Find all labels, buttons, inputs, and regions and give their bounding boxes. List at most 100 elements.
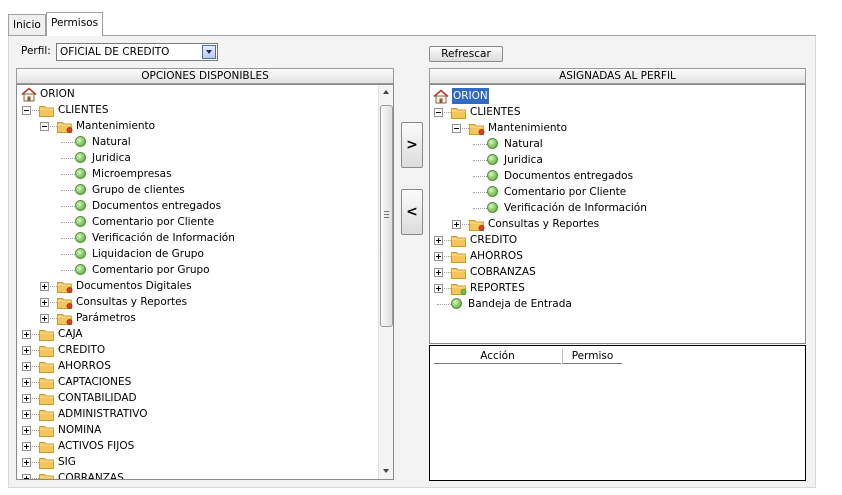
expand-icon[interactable] <box>22 362 31 371</box>
tree-leaf-item[interactable]: Comentario por Cliente <box>17 214 393 230</box>
vertical-scrollbar[interactable] <box>378 85 393 479</box>
expand-icon[interactable] <box>434 268 443 277</box>
unassign-button[interactable]: < <box>401 189 423 235</box>
expand-icon[interactable] <box>22 394 31 403</box>
folder-icon <box>451 235 466 247</box>
expand-icon[interactable] <box>40 282 49 291</box>
tree-folder-item[interactable]: CAPTACIONES <box>17 374 393 390</box>
tree-item-label: Comentario por Cliente <box>504 186 627 198</box>
tree-leaf-item[interactable]: Liquidacion de Grupo <box>17 246 393 262</box>
tree-leaf-item[interactable]: Comentario por Grupo <box>17 262 393 278</box>
expand-icon[interactable] <box>22 458 31 467</box>
tree-item-label: CREDITO <box>470 234 518 246</box>
tree-folder-item[interactable]: Documentos Digitales <box>17 278 393 294</box>
column-header-accion[interactable]: Acción <box>434 349 561 364</box>
tab-permisos[interactable]: Permisos <box>46 12 104 36</box>
tree-folder-item[interactable]: NOMINA <box>17 422 393 438</box>
folder-icon <box>451 107 466 119</box>
folder-icon <box>57 121 73 133</box>
tree-item-label: Documentos entregados <box>92 200 222 212</box>
tree-leaf-item[interactable]: Verificación de Información <box>430 200 805 216</box>
expand-icon[interactable] <box>434 252 443 261</box>
tree-leaf-item[interactable]: Grupo de clientes <box>17 182 393 198</box>
green-bullet-icon <box>487 138 498 149</box>
tree-folder-item[interactable]: Mantenimiento <box>17 118 393 134</box>
tree-root-item[interactable]: ORION <box>17 86 393 102</box>
tree-item-label: Documentos entregados <box>504 170 634 182</box>
folder-icon <box>451 283 467 295</box>
tree-item-label: Natural <box>92 136 131 148</box>
tree-leaf-item[interactable]: Juridica <box>17 150 393 166</box>
tree-root-item[interactable]: ORION <box>430 88 805 104</box>
tree-item-label: Verificación de Información <box>92 232 235 244</box>
expand-icon[interactable] <box>40 314 49 323</box>
collapse-icon[interactable] <box>452 124 461 133</box>
tree-folder-item[interactable]: Parámetros <box>17 310 393 326</box>
green-bullet-icon <box>487 154 498 165</box>
assign-button[interactable]: > <box>401 122 423 168</box>
tree-item-label: NOMINA <box>58 424 102 436</box>
tree-leaf-item[interactable]: Verificación de Información <box>17 230 393 246</box>
collapse-icon[interactable] <box>434 108 443 117</box>
tree-folder-item[interactable]: AHORROS <box>430 248 805 264</box>
folder-icon <box>39 457 54 469</box>
collapse-icon[interactable] <box>22 106 31 115</box>
tree-leaf-item[interactable]: Documentos entregados <box>17 198 393 214</box>
expand-icon[interactable] <box>22 346 31 355</box>
tree-folder-item[interactable]: REPORTES <box>430 280 805 296</box>
tree-folder-item[interactable]: ACTIVOS FIJOS <box>17 438 393 454</box>
tree-item-label: Consultas y Reportes <box>488 218 600 230</box>
expand-icon[interactable] <box>434 284 443 293</box>
perfil-select[interactable]: OFICIAL DE CREDITO <box>56 43 218 61</box>
expand-icon[interactable] <box>22 442 31 451</box>
expand-icon[interactable] <box>434 236 443 245</box>
tab-inicio[interactable]: Inicio <box>8 14 46 36</box>
green-bullet-icon <box>75 184 86 195</box>
tree-folder-item[interactable]: CLIENTES <box>17 102 393 118</box>
home-icon <box>21 87 37 102</box>
folder-icon <box>39 105 54 117</box>
tree-folder-item[interactable]: COBRANZAS <box>430 264 805 280</box>
expand-icon[interactable] <box>22 378 31 387</box>
expand-icon[interactable] <box>22 330 31 339</box>
collapse-icon[interactable] <box>40 122 49 131</box>
scroll-up-arrow-icon[interactable] <box>379 85 393 100</box>
scroll-down-arrow-icon[interactable] <box>379 464 393 479</box>
chevron-down-icon[interactable] <box>202 45 216 59</box>
expand-icon[interactable] <box>22 474 31 479</box>
expand-icon[interactable] <box>452 220 461 229</box>
tree-leaf-item[interactable]: Natural <box>17 134 393 150</box>
tree-leaf-item[interactable]: Microempresas <box>17 166 393 182</box>
tree-folder-item[interactable]: CONTABILIDAD <box>17 390 393 406</box>
tree-folder-item[interactable]: SIG <box>17 454 393 470</box>
tree-folder-item[interactable]: CREDITO <box>430 232 805 248</box>
expand-icon[interactable] <box>22 410 31 419</box>
tree-folder-item[interactable]: AHORROS <box>17 358 393 374</box>
scrollbar-thumb[interactable] <box>380 105 393 327</box>
tree-leaf-item[interactable]: Juridica <box>430 152 805 168</box>
expand-icon[interactable] <box>40 298 49 307</box>
tree-item-label: CLIENTES <box>58 104 109 116</box>
tree-item-label: ORION <box>452 88 489 104</box>
tree-folder-item[interactable]: CLIENTES <box>430 104 805 120</box>
expand-icon[interactable] <box>22 426 31 435</box>
tree-item-label: COBRANZAS <box>470 266 536 278</box>
tree-folder-item[interactable]: Consultas y Reportes <box>17 294 393 310</box>
tree-leaf-item[interactable]: Comentario por Cliente <box>430 184 805 200</box>
tree-folder-item[interactable]: Mantenimiento <box>430 120 805 136</box>
tree-item-label: REPORTES <box>470 282 525 294</box>
tree-leaf-item[interactable]: Bandeja de Entrada <box>430 296 805 312</box>
tree-folder-item[interactable]: COBRANZAS <box>17 470 393 479</box>
tree-leaf-item[interactable]: Natural <box>430 136 805 152</box>
assigned-options-tree[interactable]: ORION CLIENTES Mantenimiento Natural Juridic… <box>429 84 806 344</box>
tree-folder-item[interactable]: CREDITO <box>17 342 393 358</box>
tree-folder-item[interactable]: ADMINISTRATIVO <box>17 406 393 422</box>
tree-leaf-item[interactable]: Documentos entregados <box>430 168 805 184</box>
tree-item-label: Juridica <box>504 154 543 166</box>
refresh-button[interactable]: Refrescar <box>429 46 503 62</box>
tree-folder-item[interactable]: CAJA <box>17 326 393 342</box>
permissions-table[interactable]: Acción Permiso <box>429 345 806 481</box>
tree-folder-item[interactable]: Consultas y Reportes <box>430 216 805 232</box>
available-options-tree[interactable]: ORION CLIENTES Mantenimiento Natural Juridic… <box>16 84 394 480</box>
column-header-permiso[interactable]: Permiso <box>562 349 622 364</box>
